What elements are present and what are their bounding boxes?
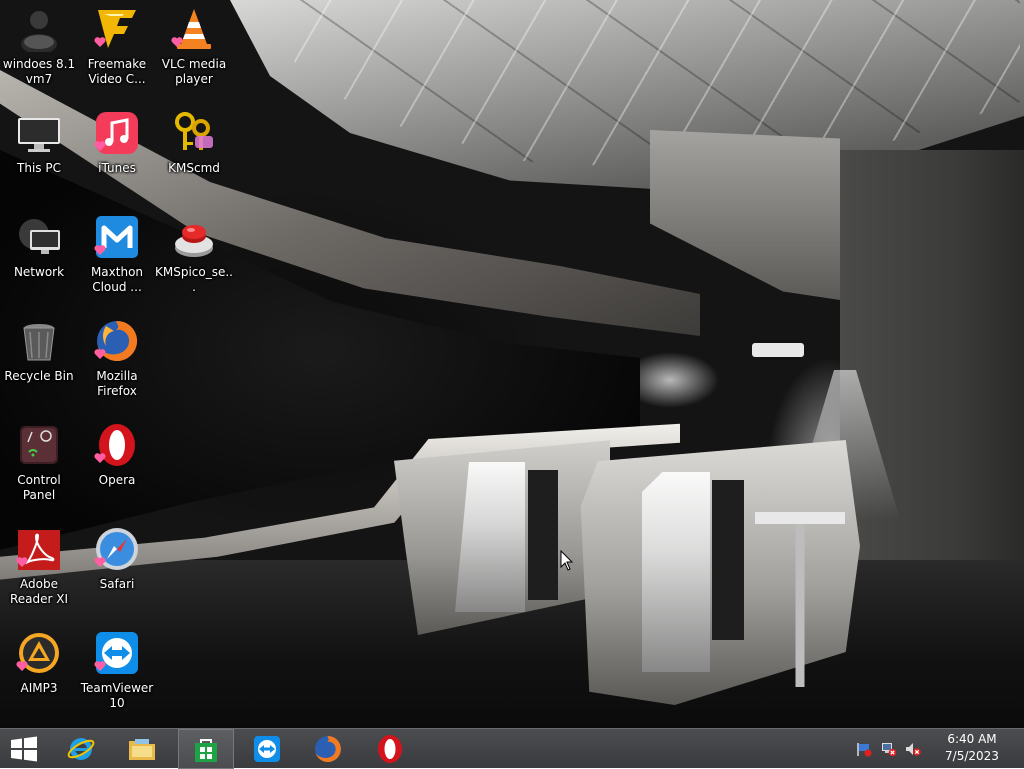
- desktop-icon-label: KMSpico_se...: [155, 265, 233, 294]
- wallpaper-shelf-right: [642, 472, 710, 672]
- action-center-flag-icon[interactable]: [856, 741, 872, 757]
- store-icon: [195, 739, 217, 762]
- heart-icon: [16, 661, 28, 671]
- desktop-icon-label: iTunes: [98, 161, 136, 175]
- recycle-bin-icon: [23, 324, 55, 361]
- teamviewer-icon: [254, 736, 280, 762]
- desktop-icon-opera[interactable]: Opera: [78, 416, 156, 512]
- desktop-icon-label: TeamViewer 10: [80, 681, 154, 710]
- taskbar-teamviewer[interactable]: [243, 729, 291, 769]
- desktop-icon-label: Maxthon Cloud ...: [90, 265, 144, 294]
- heart-icon: [94, 557, 106, 567]
- desktop-icon-label: windoes 8.1 vm7: [2, 57, 76, 86]
- clock-date: 7/5/2023: [945, 749, 999, 763]
- desktop-icon-label: Mozilla Firefox: [96, 369, 138, 398]
- desktop-icon-label: Adobe Reader XI: [9, 577, 69, 606]
- heart-icon: [94, 245, 106, 255]
- desktop[interactable]: windoes 8.1 vm7 This PC Network Recycle …: [0, 0, 1024, 728]
- volume-muted-icon[interactable]: [905, 741, 921, 757]
- user-avatar-icon: [21, 11, 57, 52]
- taskbar-store[interactable]: [178, 729, 234, 769]
- desktop-icon-safari[interactable]: Safari: [78, 520, 156, 616]
- desktop-icon-label: This PC: [17, 161, 61, 175]
- system-clock[interactable]: 6:40 AM 7/5/2023: [930, 731, 1014, 767]
- desktop-icon-label: AIMP3: [20, 681, 58, 695]
- keys-icon: [175, 112, 213, 150]
- taskbar-file-explorer[interactable]: [118, 729, 166, 769]
- wallpaper-overhead-structure: [650, 130, 840, 300]
- heart-icon: [94, 141, 106, 151]
- heart-icon: [94, 349, 106, 359]
- desktop-icon-control-panel[interactable]: Control Panel: [0, 416, 78, 512]
- taskbar-internet-explorer[interactable]: [57, 729, 105, 769]
- desktop-icon-network[interactable]: Network: [0, 208, 78, 304]
- desktop-icon-maxthon[interactable]: Maxthon Cloud ...: [78, 208, 156, 304]
- heart-icon: [94, 453, 106, 463]
- desktop-icon-label: Network: [13, 265, 65, 279]
- desktop-icon-label: VLC media player: [161, 57, 227, 86]
- desktop-icon-label: Opera: [98, 473, 136, 487]
- computer-monitor-icon: [18, 118, 60, 152]
- desktop-icon-label: KMScmd: [168, 161, 220, 175]
- control-panel-icon: [20, 426, 58, 464]
- desktop-icon-recycle-bin[interactable]: Recycle Bin: [0, 312, 78, 408]
- network-icon: [19, 219, 60, 254]
- mouse-cursor-icon: [560, 550, 574, 571]
- heart-icon: [16, 557, 28, 567]
- desktop-icon-windoes-vm7[interactable]: windoes 8.1 vm7: [0, 0, 78, 96]
- desktop-icon-label: Safari: [99, 577, 135, 591]
- firefox-icon: [315, 736, 341, 762]
- desktop-icon-kmspico[interactable]: KMSpico_se...: [155, 208, 233, 304]
- heart-icon: [171, 37, 183, 47]
- wallpaper-panel-right: [712, 480, 744, 640]
- wallpaper-stool: [755, 512, 845, 687]
- taskbar[interactable]: 6:40 AM 7/5/2023: [0, 728, 1024, 769]
- network-disconnected-icon[interactable]: [881, 741, 897, 757]
- heart-icon: [94, 661, 106, 671]
- desktop-icon-aimp3[interactable]: AIMP3: [0, 624, 78, 720]
- desktop-icon-this-pc[interactable]: This PC: [0, 104, 78, 200]
- red-button-icon: [175, 225, 213, 257]
- desktop-icon-firefox[interactable]: Mozilla Firefox: [78, 312, 156, 408]
- heart-icon: [94, 37, 106, 47]
- desktop-icon-label: Control Panel: [17, 473, 61, 502]
- start-button[interactable]: [0, 729, 48, 769]
- desktop-icon-teamviewer[interactable]: TeamViewer 10: [78, 624, 156, 720]
- file-explorer-icon: [129, 739, 155, 760]
- desktop-icon-vlc[interactable]: VLC media player: [155, 0, 233, 96]
- desktop-icon-label: Freemake Video C...: [87, 57, 147, 86]
- desktop-icon-label: Recycle Bin: [4, 369, 74, 383]
- desktop-icon-freemake[interactable]: Freemake Video C...: [78, 0, 156, 96]
- windows-start-icon: [11, 736, 37, 762]
- clock-time: 6:40 AM: [947, 732, 997, 746]
- internet-explorer-icon: [67, 738, 95, 760]
- taskbar-opera[interactable]: [366, 729, 414, 769]
- wallpaper-lamp: [752, 343, 804, 357]
- wallpaper-wall: [840, 150, 1024, 590]
- desktop-icon-itunes[interactable]: iTunes: [78, 104, 156, 200]
- taskbar-firefox[interactable]: [304, 729, 352, 769]
- desktop-icon-kmscmd[interactable]: KMScmd: [155, 104, 233, 200]
- opera-icon: [378, 735, 402, 763]
- wallpaper-panel-left: [528, 470, 558, 600]
- desktop-icon-adobe-reader[interactable]: Adobe Reader XI: [0, 520, 78, 616]
